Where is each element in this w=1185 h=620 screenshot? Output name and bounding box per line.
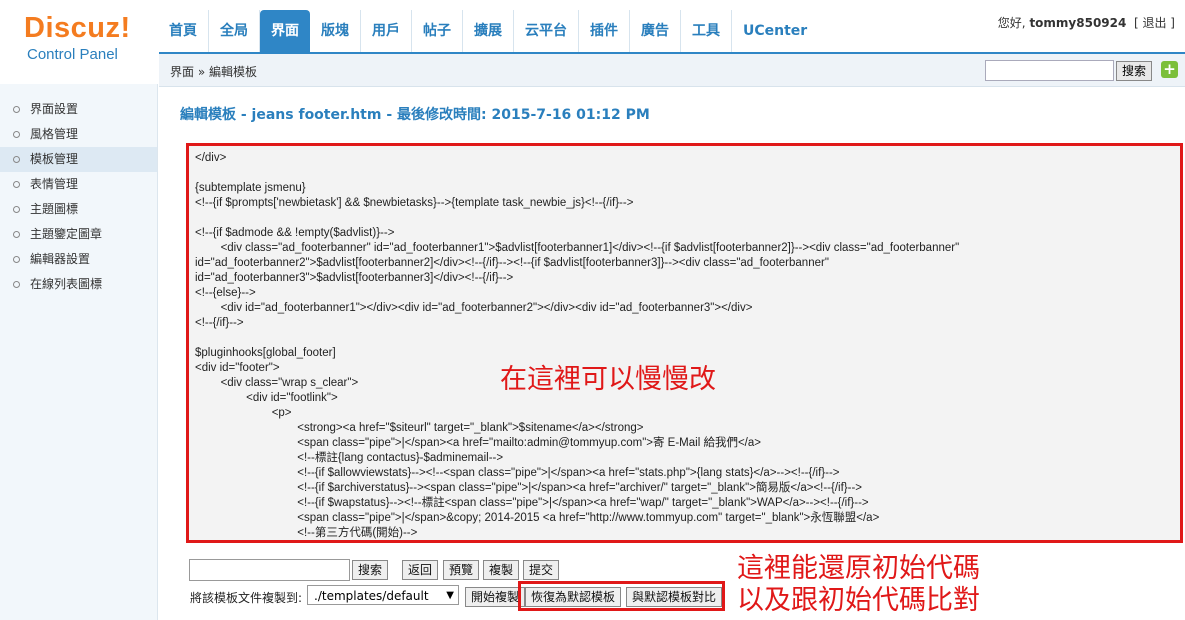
search-button[interactable]: 搜索 bbox=[352, 560, 389, 580]
sidebar-item-template-management[interactable]: 模板管理 bbox=[0, 147, 157, 172]
logo-subtitle: Control Panel bbox=[27, 46, 118, 63]
copy-to-label: 將該模板文件複製到: bbox=[190, 591, 303, 605]
start-copy-button[interactable]: 開始複製 bbox=[465, 587, 526, 607]
nav-posts[interactable]: 帖子 bbox=[412, 10, 463, 52]
username: tommy850924 bbox=[1029, 16, 1127, 30]
nav-home[interactable]: 首頁 bbox=[158, 10, 209, 52]
restore-default-button[interactable]: 恢復為默認模板 bbox=[525, 587, 622, 607]
page-title: 編輯模板 - jeans footer.htm - 最後修改時間: 2015-7… bbox=[180, 107, 650, 123]
nav-forums[interactable]: 版塊 bbox=[310, 10, 361, 52]
top-search-button[interactable]: 搜索 bbox=[1116, 61, 1153, 81]
nav-cloud[interactable]: 云平台 bbox=[514, 10, 579, 52]
nav-interface[interactable]: 界面 bbox=[260, 10, 310, 52]
breadcrumb-bar: 界面 » 編輯模板 搜索 + bbox=[159, 52, 1185, 87]
compare-default-button[interactable]: 與默認模板對比 bbox=[626, 587, 723, 607]
template-dir-select[interactable]: ./templates/default ▼ bbox=[307, 585, 459, 605]
sidebar: 界面設置 風格管理 模板管理 表情管理 主題圖標 主題鑒定圖章 編輯器設置 在線… bbox=[0, 84, 158, 620]
nav-tools[interactable]: 工具 bbox=[681, 10, 732, 52]
nav-ads[interactable]: 廣告 bbox=[630, 10, 681, 52]
sidebar-item-online-icons[interactable]: 在線列表圖標 bbox=[0, 272, 157, 297]
nav-ucenter[interactable]: UCenter bbox=[732, 10, 818, 52]
add-shortcut-icon[interactable]: + bbox=[1161, 61, 1178, 78]
preview-button[interactable]: 預覽 bbox=[443, 560, 480, 580]
return-button[interactable]: 返回 bbox=[402, 560, 439, 580]
top-search-input[interactable] bbox=[985, 60, 1114, 81]
sidebar-item-thread-icons[interactable]: 主題圖標 bbox=[0, 197, 157, 222]
annotation-restore-line2: 以及跟初始代碼比對 bbox=[737, 585, 980, 616]
nav-extensions[interactable]: 擴展 bbox=[463, 10, 514, 52]
breadcrumb: 界面 » 編輯模板 bbox=[170, 65, 257, 79]
code-search-input[interactable] bbox=[189, 559, 350, 581]
copy-button[interactable]: 複製 bbox=[483, 560, 520, 580]
nav-global[interactable]: 全局 bbox=[209, 10, 260, 52]
template-dir-value: ./templates/default bbox=[314, 589, 429, 603]
annotation-restore-line1: 這裡能還原初始代碼 bbox=[737, 553, 980, 584]
logo-text: Discuz! bbox=[24, 12, 131, 44]
logout-link[interactable]: [ 退出 ] bbox=[1134, 16, 1175, 30]
template-code[interactable]: </div> {subtemplate jsmenu} <!--{if $pro… bbox=[189, 146, 1180, 540]
sidebar-item-style-management[interactable]: 風格管理 bbox=[0, 122, 157, 147]
sidebar-item-interface-settings[interactable]: 界面設置 bbox=[0, 97, 157, 122]
greeting: 您好, bbox=[997, 16, 1026, 30]
dropdown-arrow-icon: ▼ bbox=[446, 590, 454, 601]
logo[interactable]: Discuz! Control Panel bbox=[0, 0, 156, 84]
nav-users[interactable]: 用戶 bbox=[361, 10, 412, 52]
nav-plugins[interactable]: 插件 bbox=[579, 10, 630, 52]
sidebar-item-editor-settings[interactable]: 編輯器設置 bbox=[0, 247, 157, 272]
template-editor[interactable]: </div> {subtemplate jsmenu} <!--{if $pro… bbox=[186, 143, 1183, 543]
main-nav: 首頁 全局 界面 版塊 用戶 帖子 擴展 云平台 插件 廣告 工具 UCente… bbox=[158, 10, 818, 52]
annotation-editor: 在這裡可以慢慢改 bbox=[500, 364, 716, 395]
annotation-restore: 這裡能還原初始代碼 以及跟初始代碼比對 bbox=[737, 553, 980, 617]
user-info: 您好, tommy850924 [ 退出 ] bbox=[998, 14, 1175, 31]
sidebar-item-thread-stamps[interactable]: 主題鑒定圖章 bbox=[0, 222, 157, 247]
sidebar-item-smiley-management[interactable]: 表情管理 bbox=[0, 172, 157, 197]
submit-button[interactable]: 提交 bbox=[523, 560, 560, 580]
